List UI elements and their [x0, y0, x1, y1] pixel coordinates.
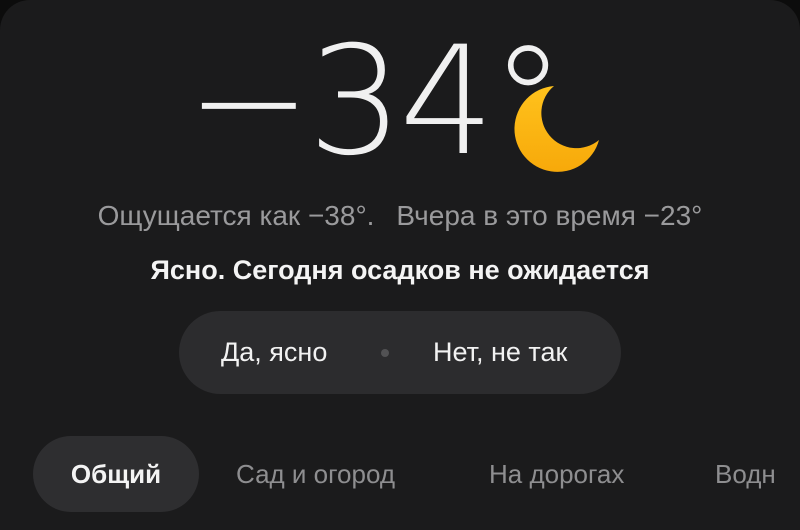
moon-icon: [514, 86, 599, 172]
current-temperature-row: −34°: [0, 22, 800, 182]
feels-like-line: Ощущается как −38°. Вчера в это время −23…: [0, 196, 800, 236]
feels-like-text: Ощущается как −38°.: [97, 200, 375, 231]
tab-general[interactable]: Общий: [33, 436, 199, 512]
tab-garden[interactable]: Сад и огород: [236, 436, 395, 512]
weather-card: −34° Ощущается как −38°. Вчера в это врем…: [0, 0, 800, 530]
tab-roads[interactable]: На дорогах: [489, 436, 624, 512]
yesterday-text: Вчера в это время −23°: [396, 200, 703, 231]
separator-dot: [381, 349, 389, 357]
current-temperature: −34°: [186, 15, 566, 189]
condition-feedback-pill: Да, ясно Нет, не так: [179, 311, 621, 394]
dispute-clear-button[interactable]: Нет, не так: [433, 311, 567, 394]
forecast-tabs: Общий Сад и огород На дорогах Водн: [0, 436, 800, 516]
tab-water[interactable]: Водн: [715, 436, 776, 512]
confirm-clear-button[interactable]: Да, ясно: [221, 311, 327, 394]
condition-text: Ясно. Сегодня осадков не ожидается: [150, 255, 650, 285]
